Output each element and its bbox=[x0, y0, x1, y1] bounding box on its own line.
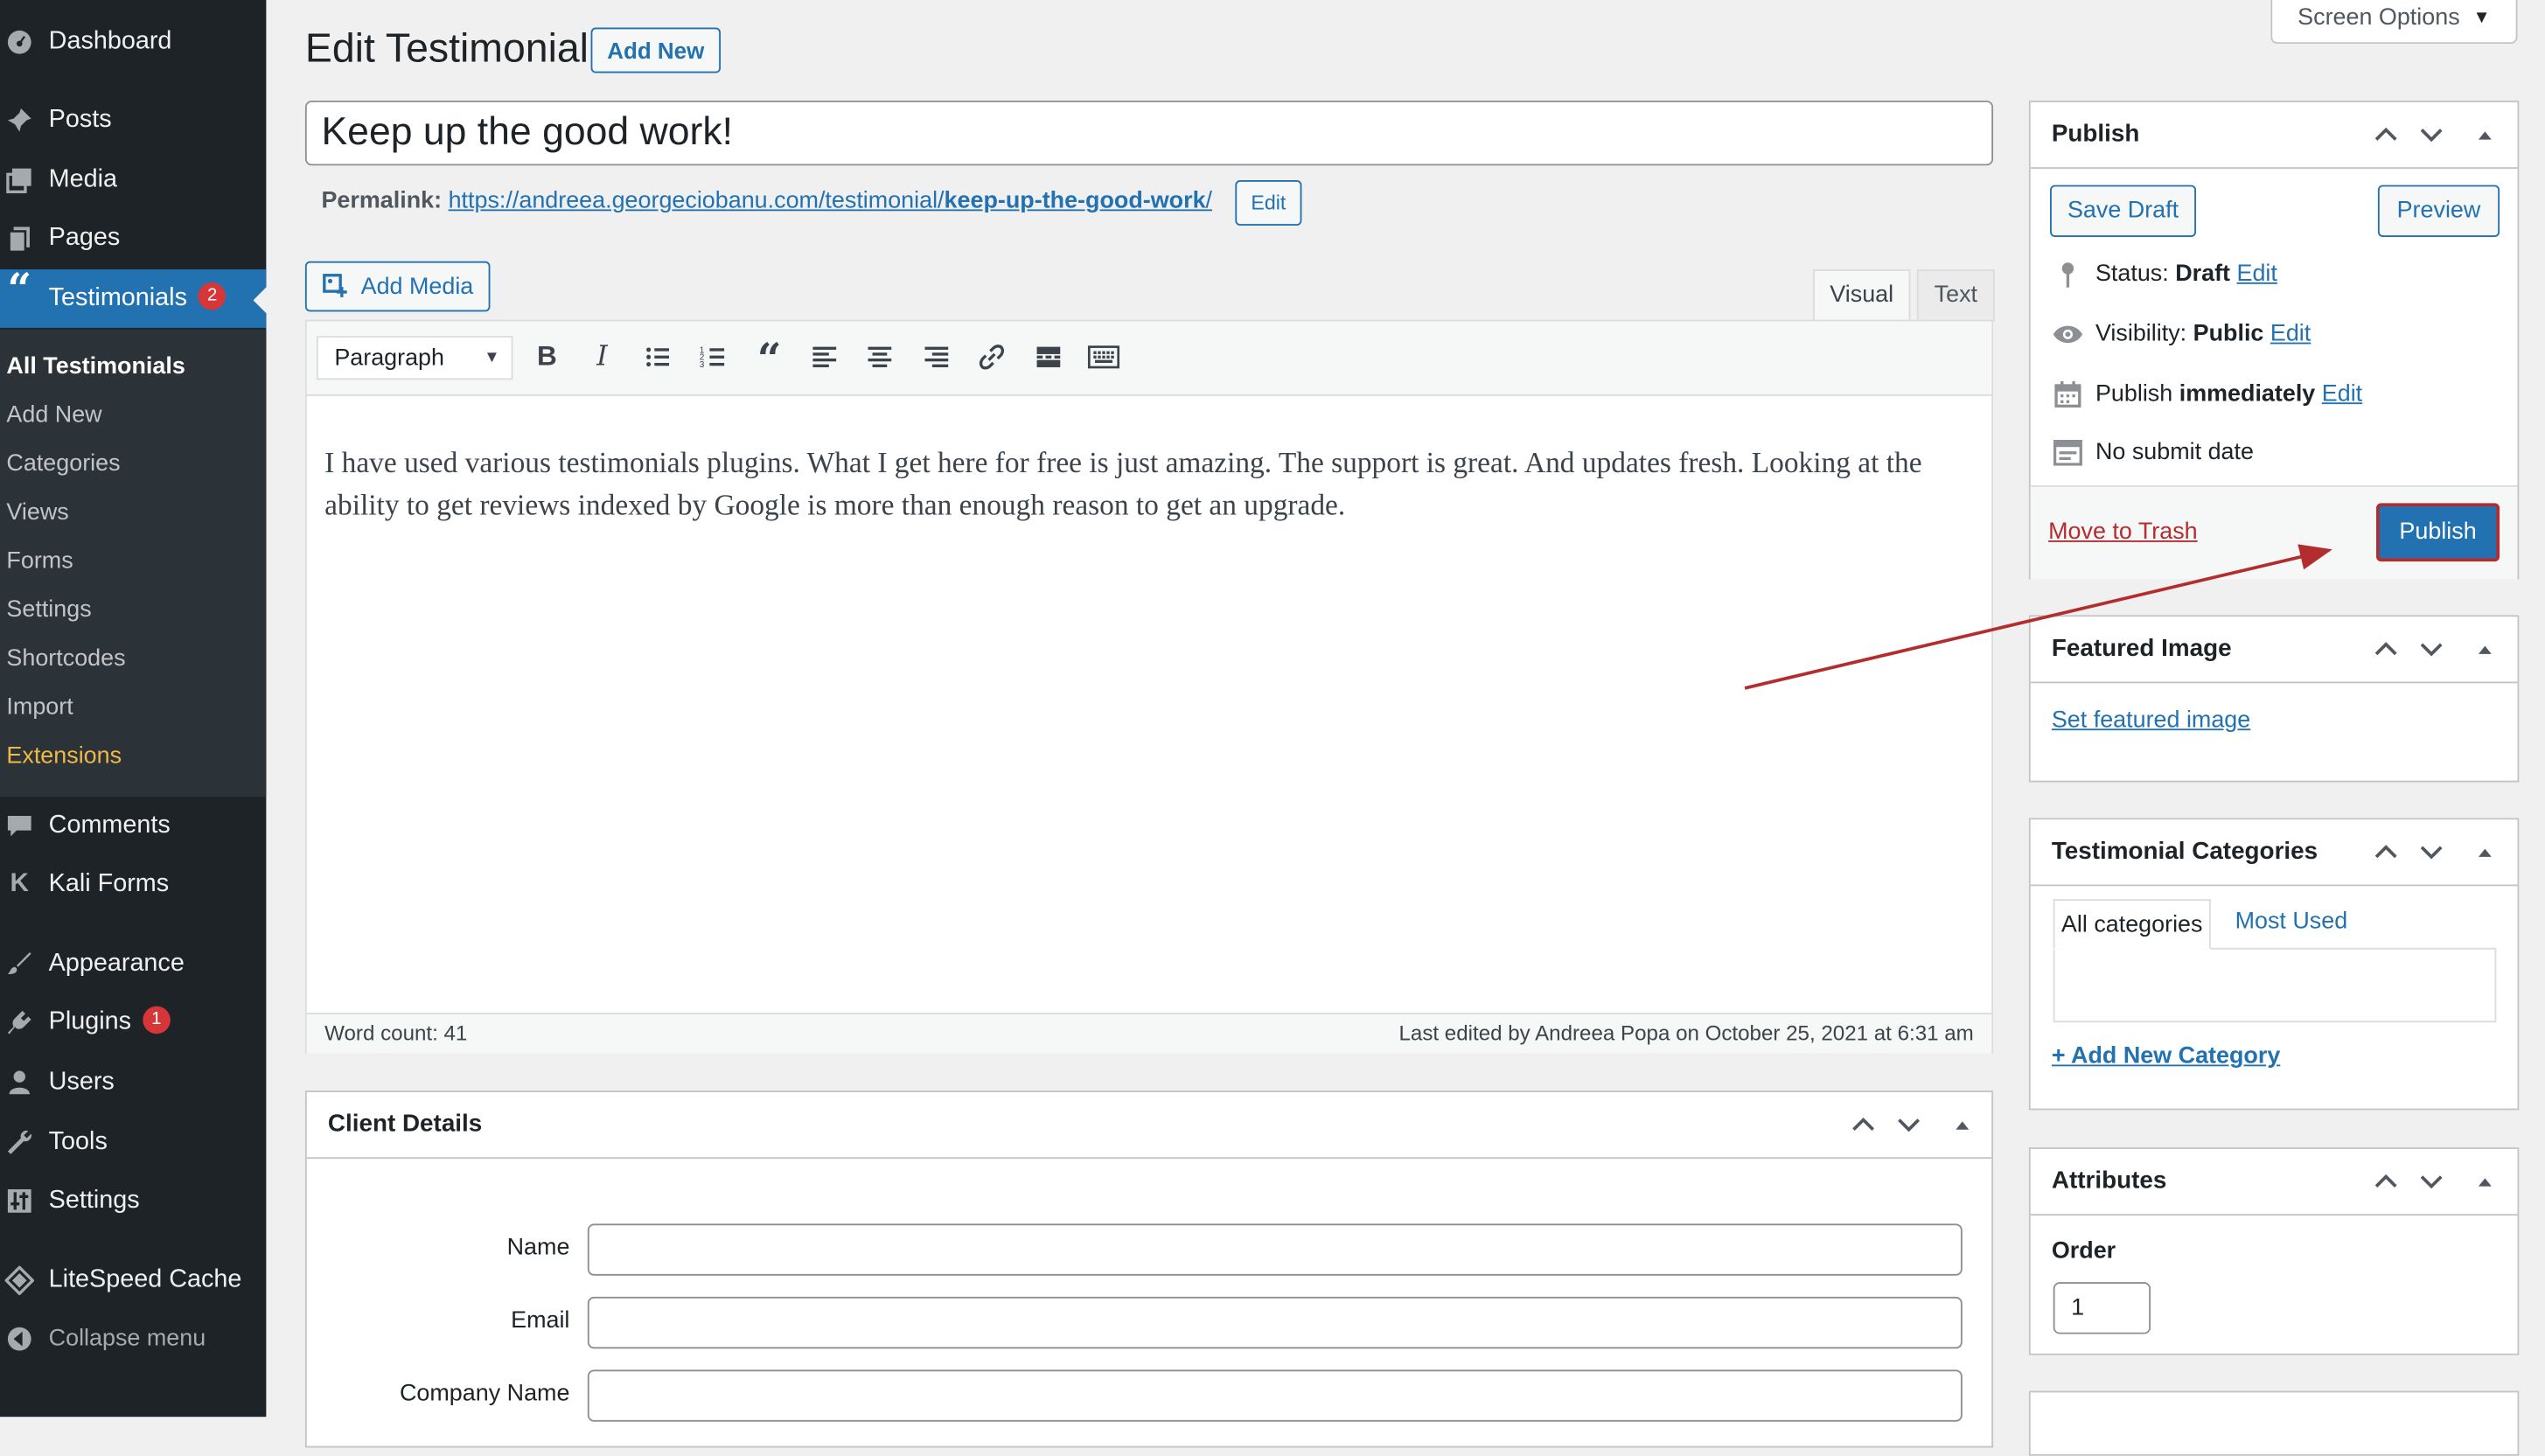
annotation-arrow bbox=[1744, 544, 2332, 690]
